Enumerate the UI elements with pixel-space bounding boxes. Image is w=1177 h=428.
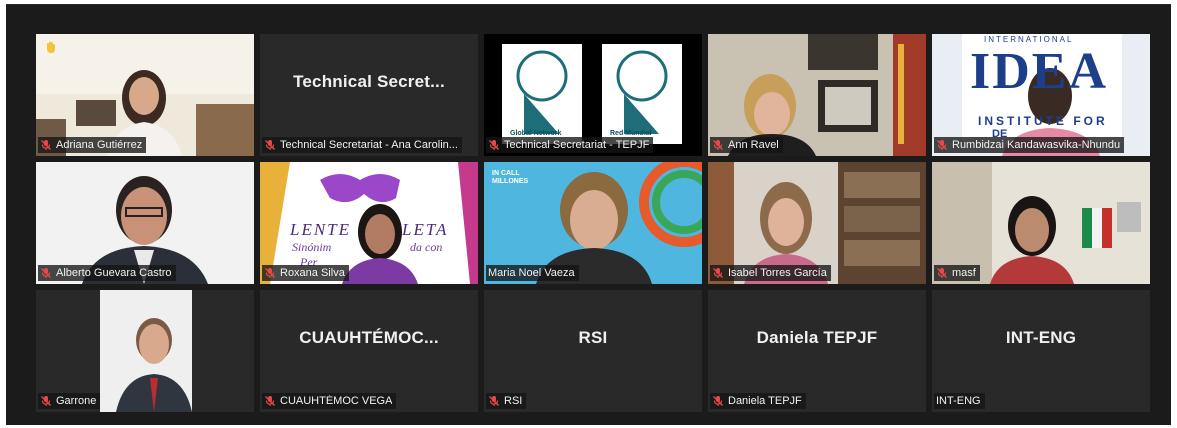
participant-nameplate: masf — [934, 265, 980, 281]
banner-text: LETA — [402, 220, 449, 239]
participant-name: RSI — [504, 395, 523, 407]
participant-tile[interactable]: INTERNATIONAL IDEA INSTITUTE FOR DE Rumb… — [932, 34, 1150, 156]
microphone-muted-icon — [41, 140, 51, 150]
logo-caption: IN CALL — [492, 170, 520, 177]
participant-tile[interactable]: Garrone — [36, 290, 254, 412]
participant-name: Rumbidzai Kandawasvika-Nhundu — [952, 139, 1121, 151]
microphone-muted-icon — [265, 268, 275, 278]
participant-nameplate: CUAUHTÉMOC VEGA — [262, 393, 397, 409]
participant-tile[interactable]: CUAUHTÉMOC... CUAUHTÉMOC VEGA — [260, 290, 478, 412]
participant-tile[interactable]: RSI RSI — [484, 290, 702, 412]
participant-nameplate: Adriana Gutiérrez — [38, 137, 147, 153]
video-grid: Adriana Gutiérrez Technical Secret... Te… — [6, 4, 1171, 425]
participant-tile[interactable]: Isabel Torres García — [708, 162, 926, 284]
participant-name: Ann Ravel — [728, 139, 779, 151]
participant-tile[interactable]: masf — [932, 162, 1150, 284]
participant-name: INT-ENG — [936, 395, 981, 407]
microphone-muted-icon — [937, 140, 947, 150]
microphone-muted-icon — [41, 268, 51, 278]
microphone-muted-icon — [937, 268, 947, 278]
microphone-muted-icon — [713, 268, 723, 278]
participant-display-name: CUAUHTÉMOC... — [299, 328, 439, 347]
microphone-muted-icon — [265, 396, 275, 406]
participant-tile[interactable]: INT-ENG INT-ENG — [932, 290, 1150, 412]
participant-name: CUAUHTÉMOC VEGA — [280, 395, 393, 407]
participant-tile[interactable]: Ann Ravel — [708, 34, 926, 156]
participant-nameplate: Daniela TEPJF — [710, 393, 806, 409]
participant-name: Garrone — [56, 395, 97, 407]
microphone-muted-icon — [713, 140, 723, 150]
participant-nameplate: Maria Noel Vaeza — [486, 265, 579, 281]
participant-nameplate: Garrone — [38, 393, 101, 409]
participant-display-name: RSI — [578, 328, 608, 347]
participant-display-name: Technical Secret... — [293, 72, 445, 91]
participant-nameplate: INT-ENG — [934, 393, 985, 409]
participant-name: Technical Secretariat - Ana Carolin... — [280, 139, 458, 151]
participant-nameplate: RSI — [486, 393, 527, 409]
microphone-muted-icon — [489, 396, 499, 406]
logo-caption: MILLONES — [492, 178, 529, 185]
participant-tile[interactable]: Daniela TEPJF Daniela TEPJF — [708, 290, 926, 412]
banner-logo: IDEA — [970, 43, 1109, 100]
participant-tile[interactable]: Global Network Red Mundial Technical Sec… — [484, 34, 702, 156]
participant-nameplate: Roxana Silva — [262, 265, 349, 281]
participant-nameplate: Rumbidzai Kandawasvika-Nhundu — [934, 137, 1125, 153]
microphone-muted-icon — [41, 396, 51, 406]
participant-tile[interactable]: Alberto Guevara Castro — [36, 162, 254, 284]
microphone-muted-icon — [265, 140, 275, 150]
banner-text: da con — [410, 240, 443, 254]
banner-text: Sinónim — [292, 240, 332, 254]
participant-nameplate: Ann Ravel — [710, 137, 783, 153]
banner-text: INSTITUTE FOR — [978, 114, 1108, 128]
participant-name: Isabel Torres García — [728, 267, 827, 279]
participant-nameplate: Technical Secretariat - TEPJF — [486, 137, 654, 153]
participant-display-name: Daniela TEPJF — [756, 328, 878, 347]
participant-name: Daniela TEPJF — [728, 395, 802, 407]
raised-hand-icon — [47, 41, 55, 53]
participant-tile[interactable]: LENTE LETA Sinónim da con Per Roxana Sil… — [260, 162, 478, 284]
participant-tile[interactable]: Technical Secret... Technical Secretaria… — [260, 34, 478, 156]
participant-name: Technical Secretariat - TEPJF — [504, 139, 650, 151]
participant-nameplate: Isabel Torres García — [710, 265, 831, 281]
participant-tile[interactable]: Adriana Gutiérrez — [36, 34, 254, 156]
participant-name: masf — [952, 267, 976, 279]
microphone-muted-icon — [489, 140, 499, 150]
participant-name: Maria Noel Vaeza — [488, 267, 575, 279]
participant-nameplate: Technical Secretariat - Ana Carolin... — [262, 137, 462, 153]
participant-name: Roxana Silva — [280, 267, 345, 279]
participant-name: Adriana Gutiérrez — [56, 139, 143, 151]
participant-name: Alberto Guevara Castro — [56, 267, 172, 279]
participant-tile-active-speaker[interactable]: IN CALL MILLONES Maria Noel Vaeza — [484, 162, 702, 284]
participant-nameplate: Alberto Guevara Castro — [38, 265, 176, 281]
participant-display-name: INT-ENG — [1005, 328, 1077, 347]
banner-text: LENTE — [290, 220, 352, 239]
microphone-muted-icon — [713, 396, 723, 406]
